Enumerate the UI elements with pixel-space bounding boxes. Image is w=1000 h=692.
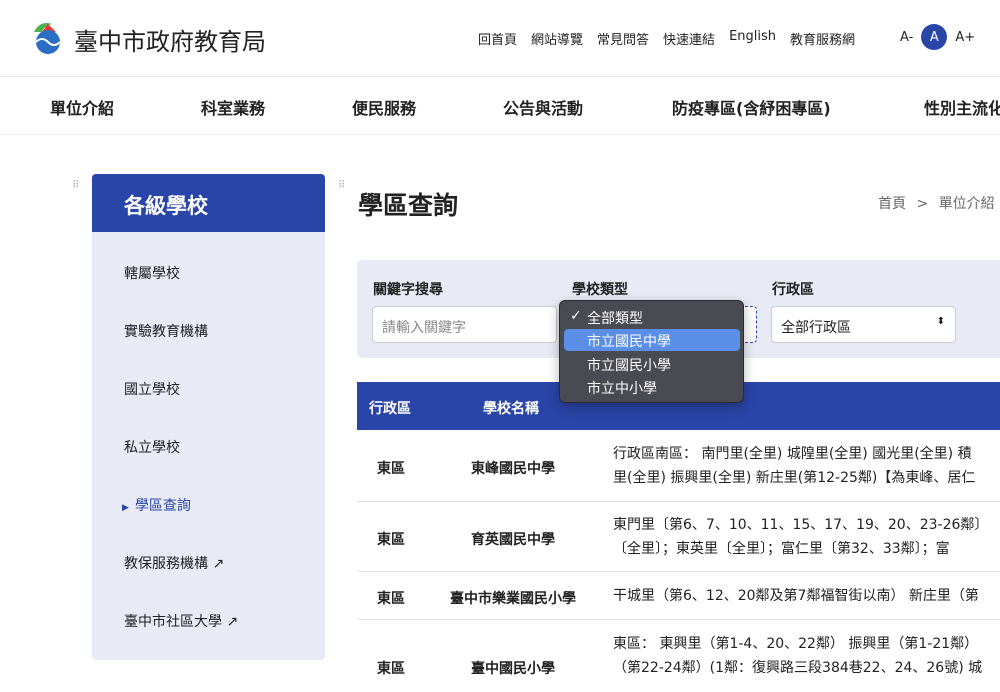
logo-icon[interactable] — [30, 18, 66, 54]
school-type-dropdown: ✓ 全部類型 市立國民中學 市立國民小學 市立中小學 — [559, 300, 744, 403]
table-row: 東區 東峰國民中學 行政區南區： 南門里(全里) 城隍里(全里) 國光里(全里)… — [357, 430, 1000, 502]
breadcrumb: 首頁 > 單位介紹 — [878, 193, 995, 213]
main-nav: 單位介紹 科室業務 便民服務 公告與活動 防疫專區(含紓困專區) 性別主流化 — [0, 77, 1000, 135]
font-larger-button[interactable]: A+ — [955, 30, 975, 45]
row-desc: （第22-24鄰）(1鄰：復興路三段384巷22、24、26號) 城 — [613, 660, 983, 676]
row-school[interactable]: 育英國民中學 — [437, 529, 589, 549]
nav-service[interactable]: 便民服務 — [352, 95, 416, 119]
sidebar-item-district-query[interactable]: ▶ 學區查詢 — [122, 495, 191, 515]
external-link-icon: ↗ — [212, 556, 225, 572]
grip-icon: ⠿ — [72, 180, 79, 191]
row-district: 東區 — [377, 591, 405, 607]
nav-gender[interactable]: 性別主流化 — [924, 95, 1000, 119]
option-label: 全部類型 — [587, 311, 643, 327]
link-home[interactable]: 回首頁 — [478, 29, 517, 48]
school-type-label: 學校類型 — [572, 282, 628, 298]
keyword-input[interactable]: 請輸入關鍵字 — [372, 306, 557, 343]
row-desc: 干城里（第6、12、20鄰及第7鄰福智街以南） 新庄里（第 — [613, 588, 979, 604]
sidebar-item-community-college[interactable]: 臺中市社區大學 ↗ — [124, 611, 238, 631]
sidebar-item-national[interactable]: 國立學校 — [124, 379, 180, 399]
row-school[interactable]: 臺中國民小學 — [437, 658, 589, 678]
sidebar-item-experimental[interactable]: 實驗教育機構 — [124, 321, 208, 341]
row-desc: 東門里〔第6、7、10、11、15、17、19、20、23-26鄰〕 — [613, 517, 989, 533]
sidebar: 各級學校 轄屬學校 實驗教育機構 國立學校 私立學校 ▶ 學區查詢 教保服務機構 … — [92, 174, 325, 660]
table-row: 東區 育英國民中學 東門里〔第6、7、10、11、15、17、19、20、23-… — [357, 502, 1000, 572]
link-english[interactable]: English — [729, 29, 776, 48]
caret-right-icon: ▶ — [122, 503, 129, 513]
page-title: 學區查詢 — [358, 191, 459, 220]
font-normal-button[interactable]: A — [921, 24, 948, 50]
district-select[interactable]: 全部行政區 ⬍ — [771, 306, 956, 343]
sidebar-item-label: 臺中市社區大學 — [124, 614, 222, 630]
option-k12[interactable]: 市立中小學 — [564, 376, 740, 398]
option-junior-high[interactable]: 市立國民中學 — [564, 329, 740, 351]
sidebar-item-label: 教保服務機構 — [124, 556, 208, 572]
external-link-icon: ↗ — [226, 614, 239, 630]
font-smaller-button[interactable]: A- — [900, 30, 913, 45]
row-district: 東區 — [377, 461, 405, 477]
font-size-controls: A- A A+ — [900, 24, 975, 50]
col-district: 行政區 — [369, 401, 411, 417]
keyword-label: 關鍵字搜尋 — [373, 282, 443, 298]
nav-unit[interactable]: 單位介紹 — [50, 95, 114, 119]
utility-links: 回首頁 網站導覽 常見問答 快速連結 English 教育服務網 — [478, 29, 869, 48]
row-desc: 里(全里) 振興里(全里) 新庄里(第12-25鄰)【為東峰、居仁 — [613, 470, 976, 486]
link-edu-service[interactable]: 教育服務網 — [790, 29, 855, 48]
sidebar-item-preschool[interactable]: 教保服務機構 ↗ — [124, 553, 224, 573]
row-district: 東區 — [377, 532, 405, 548]
breadcrumb-unit[interactable]: 單位介紹 — [939, 196, 995, 212]
nav-epidemic[interactable]: 防疫專區(含紓困專區) — [672, 95, 831, 119]
grip-icon: ⠿ — [338, 180, 345, 191]
row-district: 東區 — [377, 661, 405, 677]
sidebar-title: 各級學校 — [92, 174, 325, 232]
checkmark-icon: ✓ — [570, 308, 582, 324]
breadcrumb-home[interactable]: 首頁 — [878, 196, 906, 212]
row-desc: 行政區南區： 南門里(全里) 城隍里(全里) 國光里(全里) 積 — [613, 446, 972, 462]
select-arrows-icon: ⬍ — [936, 316, 945, 327]
table-row: 東區 臺中國民小學 東區： 東興里（第1-4、20、22鄰） 振興里（第1-21… — [357, 620, 1000, 692]
row-desc: 東區： 東興里（第1-4、20、22鄰） 振興里（第1-21鄰） — [613, 636, 979, 652]
sidebar-item-private[interactable]: 私立學校 — [124, 437, 180, 457]
table-row: 東區 臺中市樂業國民小學 干城里（第6、12、20鄰及第7鄰福智街以南） 新庄里… — [357, 572, 1000, 620]
link-quick[interactable]: 快速連結 — [663, 29, 715, 48]
nav-office[interactable]: 科室業務 — [201, 95, 265, 119]
nav-news[interactable]: 公告與活動 — [503, 95, 583, 119]
sidebar-item-label: 學區查詢 — [134, 498, 191, 514]
sidebar-item-affiliated[interactable]: 轄屬學校 — [124, 263, 180, 283]
site-title[interactable]: 臺中市政府教育局 — [74, 22, 266, 57]
district-select-value: 全部行政區 — [781, 320, 851, 336]
row-school[interactable]: 東峰國民中學 — [437, 458, 589, 478]
link-sitemap[interactable]: 網站導覽 — [531, 29, 583, 48]
row-desc: 〔全里〕；東英里〔全里〕；富仁里〔第32、33鄰〕；富 — [613, 541, 950, 557]
district-label: 行政區 — [772, 282, 814, 298]
breadcrumb-sep: > — [916, 196, 929, 212]
col-school: 學校名稱 — [483, 401, 539, 417]
option-elementary[interactable]: 市立國民小學 — [564, 353, 740, 375]
row-school[interactable]: 臺中市樂業國民小學 — [437, 588, 589, 608]
site-header: 臺中市政府教育局 回首頁 網站導覽 常見問答 快速連結 English 教育服務… — [0, 0, 1000, 77]
option-all-types[interactable]: ✓ 全部類型 — [564, 306, 740, 328]
link-faq[interactable]: 常見問答 — [597, 29, 649, 48]
